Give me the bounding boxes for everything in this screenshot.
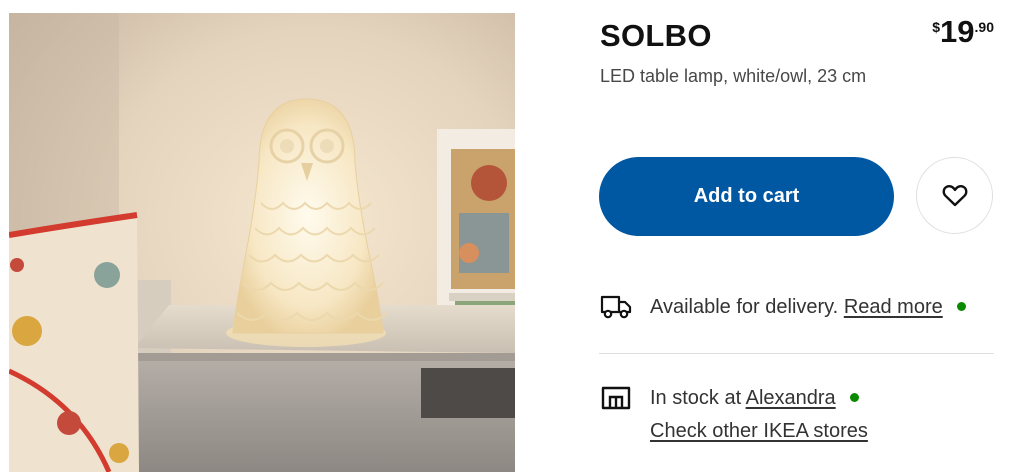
- product-name: SOLBO: [600, 18, 712, 53]
- price-decimal: .90: [974, 19, 994, 35]
- section-divider: [599, 353, 994, 354]
- stock-row: In stock at Alexandra: [600, 382, 860, 414]
- product-description: LED table lamp, white/owl, 23 cm: [600, 66, 867, 86]
- product-image[interactable]: [9, 13, 515, 472]
- favourite-button[interactable]: [916, 157, 993, 234]
- delivery-text: Available for delivery. Read more: [650, 295, 967, 319]
- read-more-link[interactable]: Read more: [844, 296, 943, 318]
- price-integer: 19: [940, 14, 975, 49]
- store-icon: [600, 382, 632, 414]
- price-currency: $: [932, 19, 941, 35]
- delivery-status-dot: [957, 301, 967, 311]
- truck-icon: [600, 291, 632, 323]
- stock-status-dot: [850, 392, 860, 402]
- store-link-alexandra[interactable]: Alexandra: [746, 387, 836, 409]
- delivery-row: Available for delivery. Read more: [600, 291, 967, 323]
- stock-status: In stock at: [650, 386, 742, 409]
- add-to-cart-button[interactable]: Add to cart: [599, 157, 894, 236]
- delivery-status: Available for delivery.: [650, 295, 839, 318]
- product-price: $ 19 .90: [932, 14, 994, 50]
- check-other-stores-link[interactable]: Check other IKEA stores: [650, 420, 868, 443]
- stock-text: In stock at Alexandra: [650, 386, 860, 410]
- heart-icon: [942, 184, 967, 206]
